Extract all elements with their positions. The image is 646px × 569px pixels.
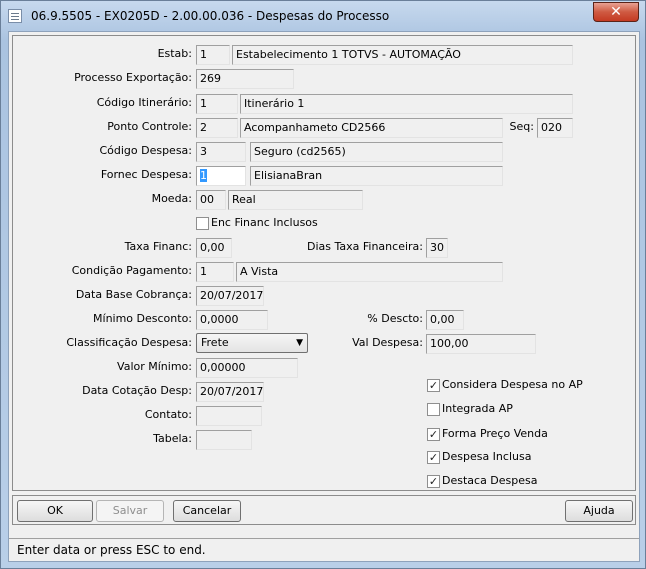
pct-descto-label: % Descto: <box>367 312 423 325</box>
despesa-inclusa-label: Despesa Inclusa <box>442 450 532 463</box>
fornec-code-selected-text: 1 <box>200 169 207 182</box>
window-title: 06.9.5505 - EX0205D - 2.00.00.036 - Desp… <box>31 9 390 23</box>
integrada-ap-label: Integrada AP <box>442 402 513 415</box>
ok-button[interactable]: OK <box>17 500 93 522</box>
moeda-label: Moeda: <box>151 192 192 205</box>
data-cotacao-label: Data Cotação Desp: <box>82 384 192 397</box>
condicao-pagamento-code-field[interactable]: 1 <box>196 262 234 282</box>
enc-financ-checkbox[interactable] <box>196 217 209 230</box>
classificacao-select[interactable]: Frete ▼ <box>196 333 308 353</box>
processo-label: Processo Exportação: <box>74 71 192 84</box>
moeda-code-field[interactable]: 00 <box>196 190 226 210</box>
considera-despesa-ap-label: Considera Despesa no AP <box>442 378 583 391</box>
destaca-despesa-checkbox[interactable]: ✓ <box>427 475 440 488</box>
codigo-despesa-code-field[interactable]: 3 <box>196 142 246 162</box>
processo-field[interactable]: 269 <box>196 69 294 89</box>
estab-name-field: Estabelecimento 1 TOTVS - AUTOMAÇÃO <box>232 45 573 65</box>
status-bar: Enter data or press ESC to end. <box>9 538 639 561</box>
contato-field[interactable] <box>196 406 262 426</box>
data-base-field[interactable]: 20/07/2017 <box>196 286 264 306</box>
estab-label: Estab: <box>157 47 192 60</box>
ponto-controle-label: Ponto Controle: <box>107 120 192 133</box>
enc-financ-label: Enc Financ Inclusos <box>211 216 318 229</box>
dias-taxa-label: Dias Taxa Financeira: <box>307 240 423 253</box>
destaca-despesa-label: Destaca Despesa <box>442 474 538 487</box>
classificacao-label: Classificação Despesa: <box>66 336 192 349</box>
valor-minimo-label: Valor Mínimo: <box>117 360 192 373</box>
itinerario-code-field[interactable]: 1 <box>196 94 238 114</box>
minimo-desconto-field[interactable]: 0,0000 <box>196 310 268 330</box>
codigo-despesa-name-field: Seguro (cd2565) <box>250 142 503 162</box>
valor-minimo-field[interactable]: 0,00000 <box>196 358 298 378</box>
estab-code-field[interactable]: 1 <box>196 45 230 65</box>
button-bar: OK Salvar Cancelar Ajuda <box>12 495 636 525</box>
salvar-button[interactable]: Salvar <box>96 500 164 522</box>
seq-field[interactable]: 020 <box>537 118 573 138</box>
data-base-label: Data Base Cobrança: <box>75 288 192 301</box>
fornec-despesa-code-field[interactable]: 1 <box>196 166 246 186</box>
dias-taxa-field[interactable]: 30 <box>426 238 448 258</box>
form-panel: Estab: 1 Estabelecimento 1 TOTVS - AUTOM… <box>12 35 636 491</box>
seq-label: Seq: <box>509 120 534 133</box>
tabela-field[interactable] <box>196 430 252 450</box>
taxa-financ-field[interactable]: 0,00 <box>196 238 232 258</box>
cancelar-button[interactable]: Cancelar <box>173 500 241 522</box>
close-button[interactable]: ✕ <box>593 2 639 22</box>
ponto-controle-code-field[interactable]: 2 <box>196 118 238 138</box>
despesa-inclusa-checkbox[interactable]: ✓ <box>427 451 440 464</box>
val-despesa-field[interactable]: 100,00 <box>426 334 536 354</box>
itinerario-label: Código Itinerário: <box>96 96 192 109</box>
tabela-label: Tabela: <box>153 432 192 445</box>
minimo-desconto-label: Mínimo Desconto: <box>93 312 192 325</box>
ponto-controle-name-field: Acompanhameto CD2566 <box>240 118 503 138</box>
window-icon <box>8 9 22 23</box>
fornec-despesa-name-field: ElisianaBran <box>250 166 503 186</box>
taxa-financ-label: Taxa Financ: <box>124 240 192 253</box>
forma-preco-venda-label: Forma Preço Venda <box>442 427 548 440</box>
condicao-pagamento-name-field: A Vista <box>236 262 503 282</box>
fornec-despesa-label: Fornec Despesa: <box>100 168 192 181</box>
val-despesa-label: Val Despesa: <box>352 336 423 349</box>
codigo-despesa-label: Código Despesa: <box>99 144 192 157</box>
data-cotacao-field[interactable]: 20/07/2017 <box>196 382 264 402</box>
considera-despesa-ap-checkbox[interactable]: ✓ <box>427 379 440 392</box>
contato-label: Contato: <box>144 408 192 421</box>
integrada-ap-checkbox[interactable] <box>427 403 440 416</box>
classificacao-selected-value: Frete <box>201 336 229 349</box>
application-window: 06.9.5505 - EX0205D - 2.00.00.036 - Desp… <box>0 0 646 569</box>
forma-preco-venda-checkbox[interactable]: ✓ <box>427 428 440 441</box>
title-bar[interactable]: 06.9.5505 - EX0205D - 2.00.00.036 - Desp… <box>1 1 645 31</box>
ajuda-button[interactable]: Ajuda <box>565 500 633 522</box>
condicao-pagamento-label: Condição Pagamento: <box>71 264 192 277</box>
moeda-name-field: Real <box>228 190 363 210</box>
itinerario-name-field: Itinerário 1 <box>240 94 573 114</box>
chevron-down-icon: ▼ <box>296 338 303 348</box>
dialog-client-area: Estab: 1 Estabelecimento 1 TOTVS - AUTOM… <box>8 31 640 562</box>
pct-descto-field[interactable]: 0,00 <box>426 310 464 330</box>
